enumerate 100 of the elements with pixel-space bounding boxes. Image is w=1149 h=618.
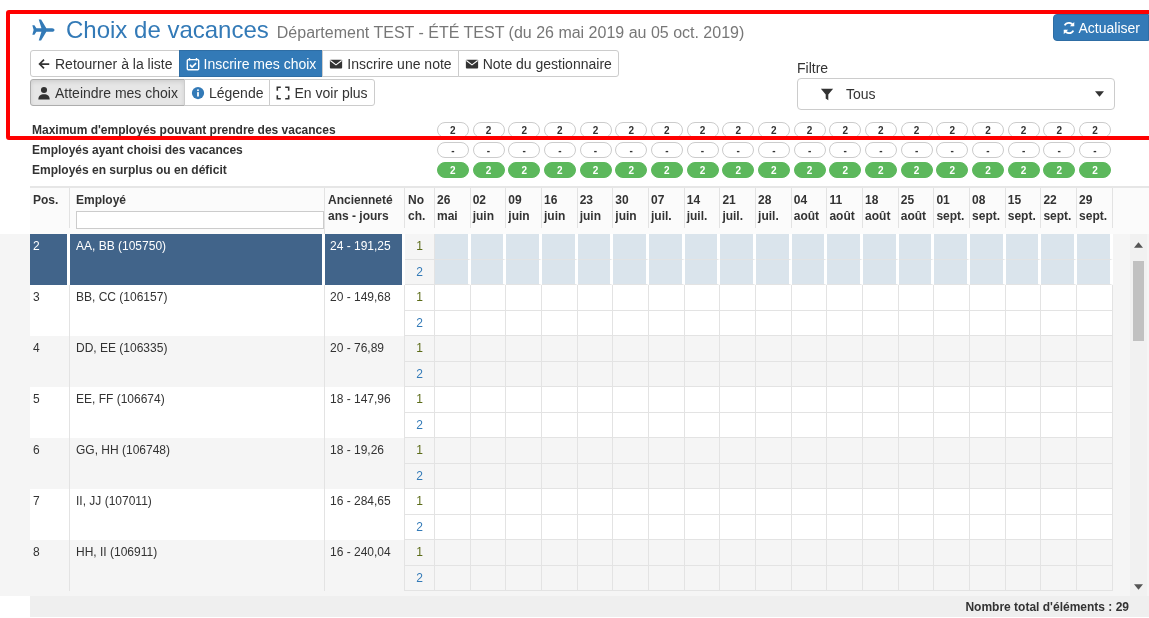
schedule-cell[interactable] [684,438,721,464]
schedule-cell[interactable] [1041,438,1078,464]
schedule-cell[interactable] [684,387,721,413]
refresh-button[interactable]: Actualiser [1052,14,1149,41]
schedule-cell[interactable] [827,336,864,362]
table-row[interactable]: 8 HH, II (106911) 16 - 240,04 1 2 [30,540,1113,591]
schedule-cell[interactable] [542,540,578,566]
schedule-cell[interactable] [684,540,721,566]
schedule-cell[interactable] [577,540,614,566]
schedule-cell[interactable] [720,489,757,515]
filter-dropdown[interactable]: Tous [797,78,1115,110]
schedule-cell[interactable] [1041,540,1078,566]
toolbar-button[interactable]: En voir plus [269,79,375,106]
schedule-cell[interactable] [791,489,828,515]
schedule-cell[interactable] [827,387,864,413]
schedule-cell[interactable] [970,540,1006,566]
schedule-cell[interactable] [470,336,507,362]
schedule-cell[interactable] [756,540,792,566]
toolbar-button[interactable]: Note du gestionnaire [457,50,619,77]
schedule-cell[interactable] [577,438,614,464]
schedule-cell[interactable] [720,387,757,413]
schedule-cell[interactable] [863,489,899,515]
schedule-cell[interactable] [827,438,864,464]
schedule-cell[interactable] [542,489,578,515]
schedule-cell[interactable] [756,336,792,362]
schedule-cell[interactable] [827,540,864,566]
schedule-cell[interactable] [1005,387,1042,413]
schedule-cell[interactable] [470,387,507,413]
schedule-cell[interactable] [506,438,542,464]
schedule-cell[interactable] [435,285,471,311]
schedule-cell[interactable] [542,285,578,311]
schedule-cell[interactable] [934,438,971,464]
schedule-cell[interactable] [1077,489,1113,515]
schedule-cell[interactable] [435,336,471,362]
toolbar-button[interactable]: Inscrire une note [322,50,459,77]
schedule-cell[interactable] [898,387,935,413]
schedule-cell[interactable] [1041,387,1078,413]
schedule-cell[interactable] [577,285,614,311]
schedule-cell[interactable] [684,489,721,515]
schedule-cell[interactable] [791,387,828,413]
schedule-cell[interactable] [470,489,507,515]
schedule-cell[interactable] [649,540,685,566]
schedule-cell[interactable] [1005,336,1042,362]
schedule-cell[interactable] [898,540,935,566]
schedule-cell[interactable] [756,285,792,311]
schedule-cell[interactable] [898,489,935,515]
schedule-cell[interactable] [470,285,507,311]
schedule-cell[interactable] [827,489,864,515]
schedule-cell[interactable] [970,285,1006,311]
schedule-cell[interactable] [1005,438,1042,464]
schedule-cell[interactable] [470,438,507,464]
schedule-cell[interactable] [970,336,1006,362]
schedule-cell[interactable] [435,489,471,515]
toolbar-button[interactable]: Atteindre mes choix [30,79,185,106]
schedule-cell[interactable] [1077,336,1113,362]
schedule-cell[interactable] [756,489,792,515]
scroll-thumb[interactable] [1133,261,1144,341]
schedule-cell[interactable] [506,489,542,515]
schedule-cell[interactable] [934,540,971,566]
schedule-cell[interactable] [1005,285,1042,311]
schedule-cell[interactable] [613,438,650,464]
schedule-cell[interactable] [613,540,650,566]
schedule-cell[interactable] [863,285,899,311]
table-row[interactable]: 6 GG, HH (106748) 18 - 19,26 1 2 [30,438,1113,489]
schedule-cell[interactable] [684,336,721,362]
schedule-cell[interactable] [863,336,899,362]
schedule-cell[interactable] [827,285,864,311]
schedule-cell[interactable] [863,387,899,413]
schedule-cell[interactable] [542,336,578,362]
schedule-cell[interactable] [613,387,650,413]
schedule-cell[interactable] [1005,489,1042,515]
schedule-cell[interactable] [720,540,757,566]
schedule-cell[interactable] [934,336,971,362]
schedule-cell[interactable] [756,387,792,413]
toolbar-button[interactable]: Inscrire mes choix [178,50,324,77]
schedule-cell[interactable] [970,489,1006,515]
toolbar-button[interactable]: Légende [183,79,271,106]
schedule-cell[interactable] [1005,540,1042,566]
employee-filter-field[interactable] [76,211,324,229]
schedule-cell[interactable] [1041,285,1078,311]
schedule-cell[interactable] [613,336,650,362]
schedule-cell[interactable] [1077,387,1113,413]
schedule-cell[interactable] [863,438,899,464]
schedule-cell[interactable] [684,285,721,311]
schedule-cell[interactable] [898,336,935,362]
schedule-cell[interactable] [863,540,899,566]
schedule-cell[interactable] [542,438,578,464]
schedule-cell[interactable] [577,387,614,413]
schedule-cell[interactable] [649,387,685,413]
table-row[interactable]: 7 II, JJ (107011) 16 - 284,65 1 2 [30,489,1113,540]
schedule-cell[interactable] [970,438,1006,464]
schedule-cell[interactable] [970,387,1006,413]
schedule-cell[interactable] [720,285,757,311]
schedule-cell[interactable] [791,540,828,566]
schedule-cell[interactable] [649,489,685,515]
schedule-cell[interactable] [506,387,542,413]
schedule-cell[interactable] [470,540,507,566]
schedule-cell[interactable] [542,387,578,413]
schedule-cell[interactable] [1077,285,1113,311]
schedule-cell[interactable] [506,540,542,566]
